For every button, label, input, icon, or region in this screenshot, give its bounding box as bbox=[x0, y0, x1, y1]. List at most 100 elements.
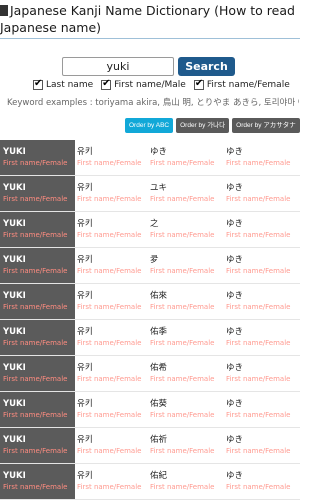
kanji-name[interactable]: 佑葵 bbox=[150, 398, 224, 410]
name-type-filters: Last name First name/Male First name/Fem… bbox=[33, 78, 290, 90]
romaji-name[interactable]: YUKI bbox=[3, 434, 75, 446]
search-bar: Search bbox=[62, 57, 235, 77]
romaji-cell[interactable]: YUKI First name/Female bbox=[0, 356, 75, 391]
romaji-cell[interactable]: YUKI First name/Female bbox=[0, 320, 75, 355]
result-row[interactable]: YUKI First name/Female 유키 First name/Female… bbox=[0, 212, 300, 248]
name-type: First name/Female bbox=[226, 231, 291, 239]
result-row[interactable]: YUKI First name/Female 유키 First name/Female… bbox=[0, 176, 300, 212]
romaji-cell[interactable]: YUKI First name/Female bbox=[0, 176, 75, 211]
kana-reading: ゆき bbox=[226, 471, 244, 481]
kanji-name[interactable]: 之 bbox=[150, 218, 224, 230]
filter-last-name[interactable]: Last name bbox=[33, 78, 93, 90]
romaji-name[interactable]: YUKI bbox=[3, 470, 75, 482]
name-type: First name/Female bbox=[150, 231, 215, 239]
kanji-name[interactable]: ゆき bbox=[150, 146, 224, 158]
result-row[interactable]: YUKI First name/Female 유키 First name/Female… bbox=[0, 284, 300, 320]
name-type: First name/Female bbox=[77, 303, 142, 311]
kana-reading: ゆき bbox=[226, 435, 244, 445]
keyword-examples: Keyword examples : toriyama akira, 鳥山 明,… bbox=[7, 98, 299, 108]
romaji-name[interactable]: YUKI bbox=[3, 146, 75, 158]
result-row[interactable]: YUKI First name/Female 유키 First name/Female… bbox=[0, 392, 300, 428]
name-type: First name/Female bbox=[77, 411, 142, 419]
korean-cell: 유키 First name/Female bbox=[75, 464, 148, 499]
korean-reading: 유키 bbox=[77, 471, 93, 481]
search-input[interactable] bbox=[62, 57, 174, 76]
romaji-name[interactable]: YUKI bbox=[3, 218, 75, 230]
title-divider bbox=[0, 38, 300, 39]
kana-cell: ゆき First name/Female bbox=[224, 356, 300, 391]
result-row[interactable]: YUKI First name/Female 유키 First name/Female… bbox=[0, 320, 300, 356]
result-row[interactable]: YUKI First name/Female 유키 First name/Female… bbox=[0, 464, 300, 500]
korean-cell: 유키 First name/Female bbox=[75, 428, 148, 463]
page-title-text: Japanese Kanji Name Dictionary (How to r… bbox=[0, 3, 295, 35]
kanji-name[interactable]: 佑來 bbox=[150, 290, 224, 302]
kanji-cell: 佑葵 First name/Female bbox=[148, 392, 224, 427]
romaji-name[interactable]: YUKI bbox=[3, 182, 75, 194]
order-abc-button[interactable]: Order by ABC bbox=[125, 118, 174, 133]
filter-first-name-male[interactable]: First name/Male bbox=[101, 78, 186, 90]
name-type: First name/Female bbox=[226, 483, 291, 491]
korean-reading: 유키 bbox=[77, 219, 93, 229]
name-type: First name/Female bbox=[3, 195, 68, 203]
romaji-cell[interactable]: YUKI First name/Female bbox=[0, 212, 75, 247]
order-katakana-button[interactable]: Order by アカサタナ bbox=[232, 118, 300, 133]
korean-reading: 유키 bbox=[77, 291, 93, 301]
kanji-name[interactable]: 佑紀 bbox=[150, 470, 224, 482]
romaji-name[interactable]: YUKI bbox=[3, 398, 75, 410]
search-button[interactable]: Search bbox=[178, 57, 235, 76]
romaji-cell[interactable]: YUKI First name/Female bbox=[0, 464, 75, 499]
kana-cell: ゆき First name/Female bbox=[224, 428, 300, 463]
kanji-name[interactable]: 佑希 bbox=[150, 362, 224, 374]
romaji-cell[interactable]: YUKI First name/Female bbox=[0, 392, 75, 427]
name-type: First name/Female bbox=[77, 159, 142, 167]
kanji-name[interactable]: 佑祈 bbox=[150, 434, 224, 446]
kanji-cell: 夛 First name/Female bbox=[148, 248, 224, 283]
name-type: First name/Female bbox=[226, 411, 291, 419]
sort-buttons: Order by ABC Order by 가나다 Order by アカサタナ bbox=[125, 118, 300, 133]
kana-cell: ゆき First name/Female bbox=[224, 320, 300, 355]
kanji-name[interactable]: 夛 bbox=[150, 254, 224, 266]
title-square-icon bbox=[0, 5, 8, 16]
kanji-name[interactable]: ユキ bbox=[150, 182, 224, 194]
order-korean-button[interactable]: Order by 가나다 bbox=[176, 118, 230, 133]
name-type: First name/Female bbox=[77, 267, 142, 275]
filter-first-name-female[interactable]: First name/Female bbox=[193, 78, 290, 90]
korean-cell: 유키 First name/Female bbox=[75, 356, 148, 391]
result-row[interactable]: YUKI First name/Female 유키 First name/Female… bbox=[0, 140, 300, 176]
korean-cell: 유키 First name/Female bbox=[75, 176, 148, 211]
korean-cell: 유키 First name/Female bbox=[75, 140, 148, 175]
korean-reading: 유키 bbox=[77, 327, 93, 337]
romaji-cell[interactable]: YUKI First name/Female bbox=[0, 248, 75, 283]
name-type: First name/Female bbox=[150, 447, 215, 455]
kanji-name[interactable]: 佑季 bbox=[150, 326, 224, 338]
name-type: First name/Female bbox=[150, 195, 215, 203]
romaji-name[interactable]: YUKI bbox=[3, 254, 75, 266]
first-name-female-checkbox[interactable] bbox=[193, 78, 204, 90]
name-type: First name/Female bbox=[226, 303, 291, 311]
romaji-cell[interactable]: YUKI First name/Female bbox=[0, 428, 75, 463]
kana-cell: ゆき First name/Female bbox=[224, 464, 300, 499]
result-row[interactable]: YUKI First name/Female 유키 First name/Female… bbox=[0, 248, 300, 284]
name-type: First name/Female bbox=[3, 339, 68, 347]
kanji-cell: 佑紀 First name/Female bbox=[148, 464, 224, 499]
romaji-name[interactable]: YUKI bbox=[3, 290, 75, 302]
name-type: First name/Female bbox=[150, 483, 215, 491]
romaji-name[interactable]: YUKI bbox=[3, 326, 75, 338]
name-type: First name/Female bbox=[150, 411, 215, 419]
kanji-cell: ゆき First name/Female bbox=[148, 140, 224, 175]
name-type: First name/Female bbox=[226, 375, 291, 383]
romaji-name[interactable]: YUKI bbox=[3, 362, 75, 374]
name-type: First name/Female bbox=[77, 231, 142, 239]
first-name-male-checkbox[interactable] bbox=[101, 78, 112, 90]
romaji-cell[interactable]: YUKI First name/Female bbox=[0, 140, 75, 175]
last-name-checkbox[interactable] bbox=[33, 78, 43, 90]
kana-reading: ゆき bbox=[226, 363, 244, 373]
name-type: First name/Female bbox=[150, 303, 215, 311]
page-title: Japanese Kanji Name Dictionary (How to r… bbox=[0, 0, 300, 50]
result-row[interactable]: YUKI First name/Female 유키 First name/Female… bbox=[0, 356, 300, 392]
name-type: First name/Female bbox=[77, 483, 142, 491]
result-row[interactable]: YUKI First name/Female 유키 First name/Female… bbox=[0, 428, 300, 464]
name-type: First name/Female bbox=[150, 339, 215, 347]
romaji-cell[interactable]: YUKI First name/Female bbox=[0, 284, 75, 319]
kana-cell: ゆき First name/Female bbox=[224, 212, 300, 247]
